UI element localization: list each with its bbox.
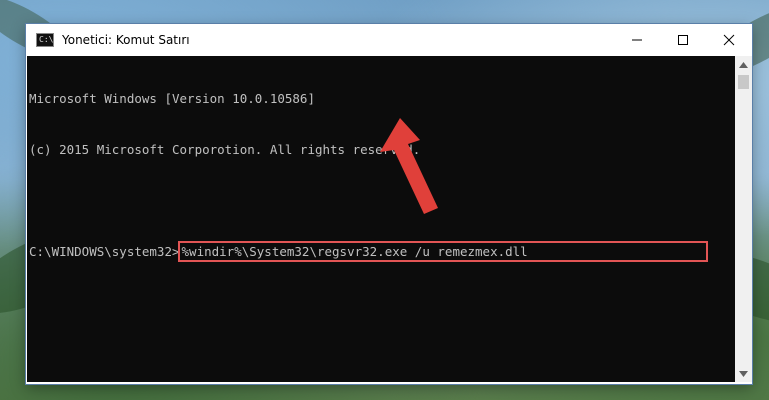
close-button[interactable] <box>706 24 752 56</box>
scrollbar-thumb[interactable] <box>738 75 749 89</box>
console-line: Microsoft Windows [Version 10.0.10586] <box>29 91 315 106</box>
maximize-button[interactable] <box>660 24 706 56</box>
scroll-up-button[interactable] <box>735 56 752 73</box>
window-controls <box>614 24 752 56</box>
close-icon <box>723 34 735 46</box>
minimize-button[interactable] <box>614 24 660 56</box>
title-bar[interactable]: C:\ Yonetici: Komut Satırı <box>26 24 752 56</box>
minimize-icon <box>632 39 642 41</box>
console-output[interactable]: Microsoft Windows [Version 10.0.10586] (… <box>27 56 735 382</box>
maximize-icon <box>678 35 688 45</box>
cmd-icon: C:\ <box>36 33 54 47</box>
command-text[interactable]: %windir%\System32\regsvr32.exe /u remezm… <box>177 241 708 262</box>
scroll-up-icon <box>739 61 748 68</box>
scroll-down-button[interactable] <box>735 365 752 382</box>
vertical-scrollbar[interactable] <box>735 56 752 382</box>
prompt-text: C:\WINDOWS\system32> <box>29 244 180 259</box>
pointer-arrow-icon <box>380 118 438 214</box>
command-line: C:\WINDOWS\system32> %windir%\System32\re… <box>29 241 735 262</box>
window-title: Yonetici: Komut Satırı <box>62 33 190 47</box>
scroll-down-icon <box>739 370 748 377</box>
